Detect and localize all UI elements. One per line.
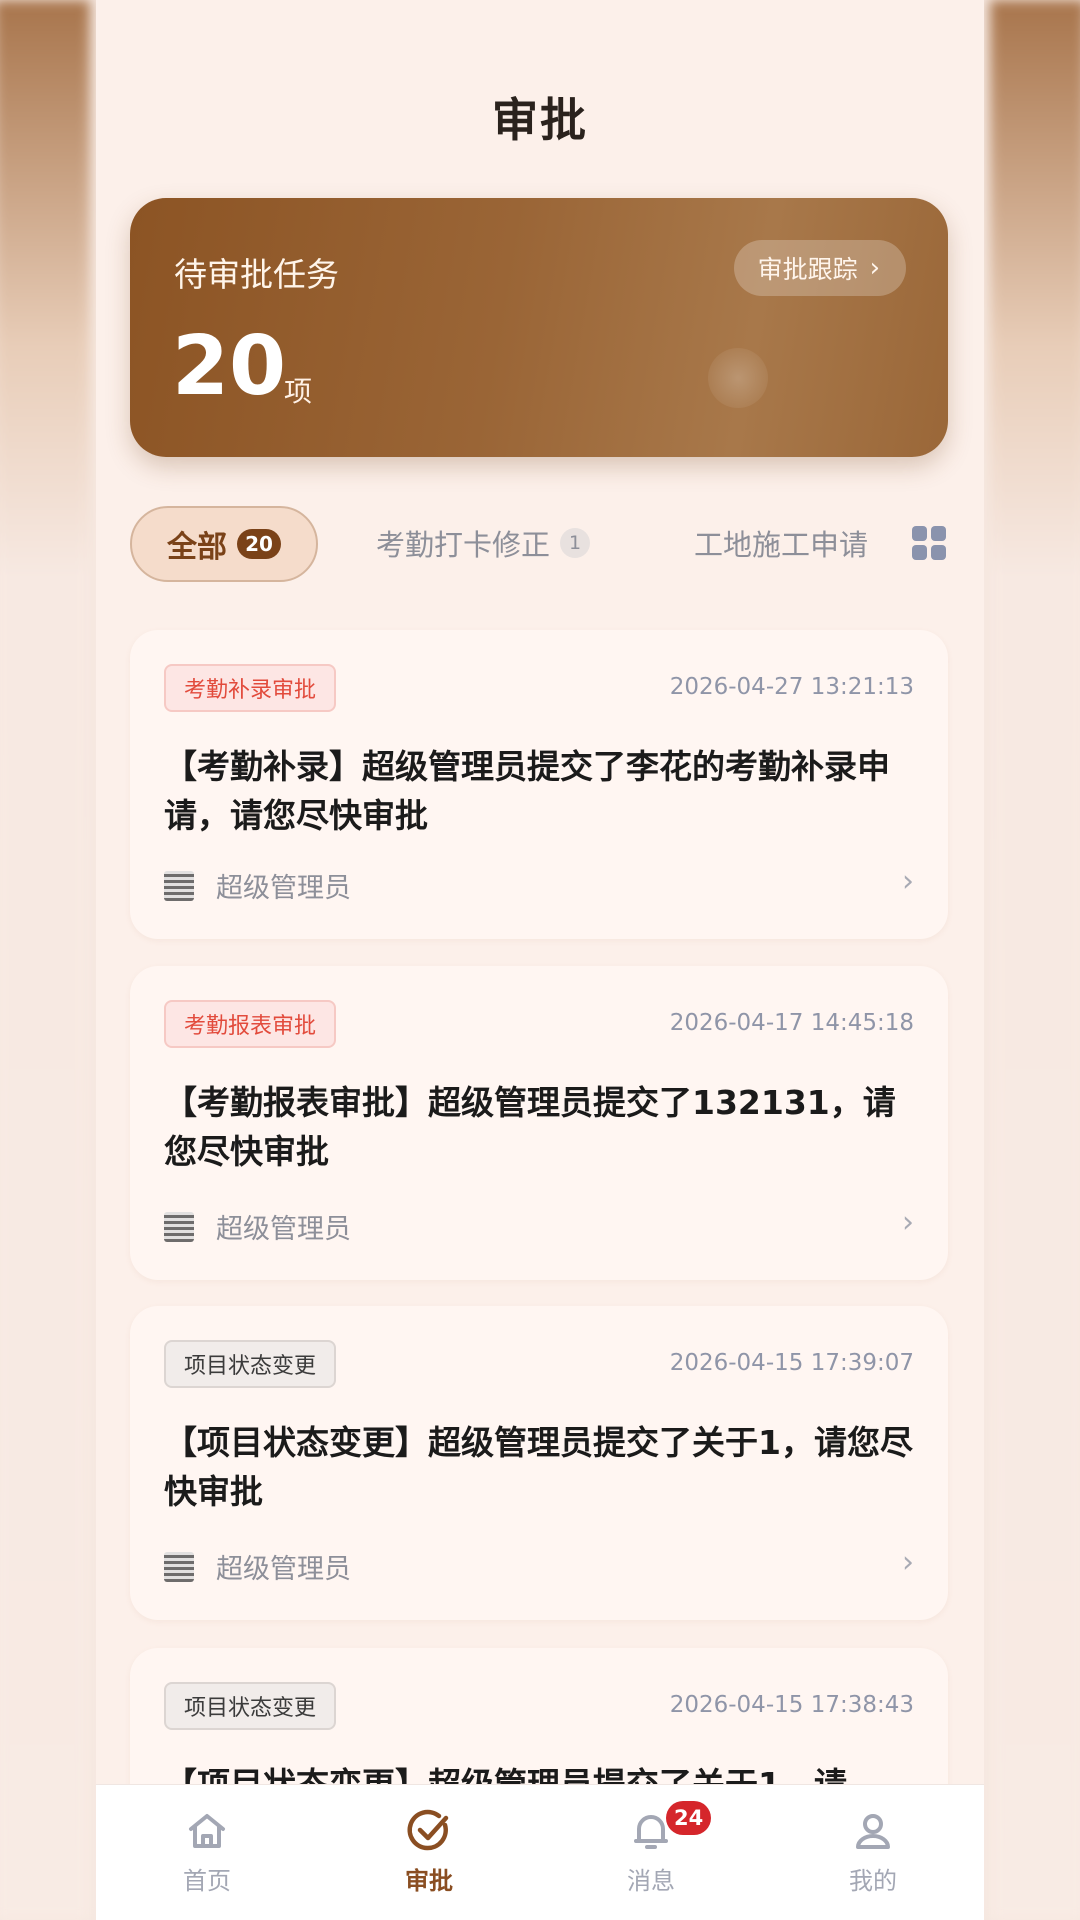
- submitter-name: 超级管理员: [216, 1214, 351, 1245]
- app-screen: 审批 待审批任务 审批跟踪 › 20 项 全部 20 考勤打卡修正 1 工地施工…: [96, 0, 984, 1920]
- grid-menu-icon[interactable]: [912, 526, 946, 560]
- user-icon: [856, 1814, 890, 1849]
- submitter-avatar: [164, 1551, 194, 1582]
- pending-summary-card: 待审批任务 审批跟踪 › 20 项: [130, 198, 948, 457]
- nav-home-label: 首页: [183, 1867, 231, 1895]
- tab-attendance-correction[interactable]: 考勤打卡修正 1: [376, 522, 591, 564]
- card-footer: 超级管理员: [164, 1207, 351, 1246]
- approval-card[interactable]: 考勤报表审批 2026-04-17 14:45:18 【考勤报表审批】超级管理员…: [130, 966, 948, 1280]
- approval-title: 【考勤报表审批】超级管理员提交了132131，请您尽快审批: [164, 1083, 896, 1171]
- card-footer: 超级管理员: [164, 866, 351, 905]
- pending-label: 待审批任务: [174, 255, 339, 294]
- nav-home[interactable]: 首页: [96, 1785, 318, 1920]
- category-tag: 考勤报表审批: [164, 1000, 337, 1048]
- nav-approval[interactable]: 审批: [318, 1785, 540, 1920]
- category-tag: 项目状态变更: [164, 1682, 337, 1730]
- pending-unit: 项: [284, 375, 313, 408]
- chevron-right-icon: ›: [902, 1545, 914, 1580]
- nav-messages-label: 消息: [627, 1867, 675, 1895]
- nav-profile-label: 我的: [849, 1867, 897, 1895]
- decorative-glow: [708, 348, 768, 408]
- tab-all[interactable]: 全部 20: [130, 506, 318, 582]
- timestamp: 2026-04-17 14:45:18: [669, 1010, 914, 1036]
- timestamp: 2026-04-15 17:39:07: [669, 1350, 914, 1376]
- approval-card[interactable]: 项目状态变更 2026-04-15 17:39:07 【项目状态变更】超级管理员…: [130, 1306, 948, 1620]
- approval-title: 【考勤补录】超级管理员提交了李花的考勤补录申请，请您尽快审批: [164, 747, 890, 835]
- approval-tracking-label: 审批跟踪: [757, 255, 858, 284]
- blurred-background-left: [0, 0, 90, 1920]
- submitter-avatar: [164, 1211, 194, 1242]
- approval-card[interactable]: 考勤补录审批 2026-04-27 13:21:13 【考勤补录】超级管理员提交…: [130, 630, 948, 939]
- approval-title: 【项目状态变更】超级管理员提交了关于1，请您尽快审批: [164, 1423, 913, 1511]
- category-tag: 项目状态变更: [164, 1340, 337, 1388]
- chevron-right-icon: ›: [902, 1205, 914, 1240]
- tab-all-count-badge: 20: [237, 529, 281, 559]
- page-title: 审批: [492, 93, 588, 147]
- bottom-navigation: 首页 审批 24 消息 我的: [96, 1784, 984, 1920]
- tab-attendance-count-badge: 1: [560, 528, 591, 558]
- chevron-right-icon: ›: [902, 864, 914, 899]
- home-icon: [189, 1814, 225, 1848]
- check-circle-icon: [407, 1809, 449, 1851]
- message-count-badge: 24: [666, 1801, 712, 1835]
- submitter-name: 超级管理员: [216, 873, 351, 904]
- nav-approval-label: 审批: [405, 1867, 453, 1895]
- submitter-name: 超级管理员: [216, 1554, 351, 1585]
- tab-site-construction[interactable]: 工地施工申请: [694, 522, 868, 564]
- category-tag: 考勤补录审批: [164, 664, 337, 712]
- submitter-avatar: [164, 870, 194, 901]
- timestamp: 2026-04-15 17:38:43: [669, 1692, 914, 1718]
- nav-messages[interactable]: 24 消息: [540, 1785, 762, 1920]
- pending-count: 20: [172, 319, 287, 414]
- tab-attendance-label: 考勤打卡修正: [376, 528, 551, 562]
- card-footer: 超级管理员: [164, 1547, 351, 1586]
- nav-profile[interactable]: 我的: [762, 1785, 984, 1920]
- timestamp: 2026-04-27 13:21:13: [669, 674, 914, 700]
- chevron-right-icon: ›: [869, 253, 880, 283]
- blurred-background-right: [990, 0, 1080, 1920]
- approval-tracking-button[interactable]: 审批跟踪 ›: [733, 240, 906, 296]
- tab-all-label: 全部: [167, 530, 227, 565]
